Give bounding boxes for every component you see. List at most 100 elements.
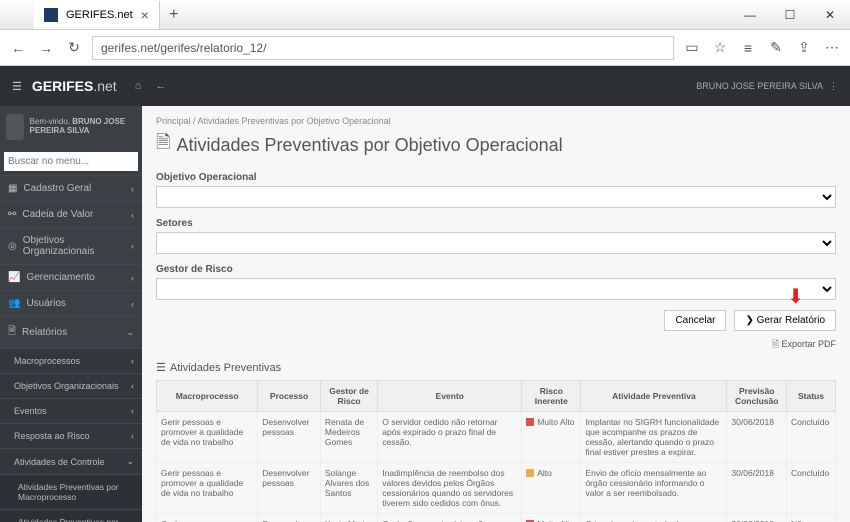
breadcrumb-current: Atividades Preventivas por Objetivo Oper… [198, 116, 391, 126]
label-gestor: Gestor de Risco [156, 264, 836, 275]
sub-eventos[interactable]: Eventos‹ [0, 398, 142, 423]
list-icon: ☰ [156, 361, 166, 374]
new-tab-button[interactable]: + [160, 6, 188, 24]
notes-icon[interactable]: ✎ [766, 39, 786, 56]
breadcrumb: Principal / Atividades Preventivas por O… [156, 116, 836, 126]
cell-macro: Gerir pessoas e promover a qualidade de … [157, 463, 258, 514]
address-bar[interactable]: gerifes.net/gerifes/relatorio_12/ [92, 36, 674, 60]
cell-macro: Gerir pessoas e promover a qualidade de … [157, 412, 258, 463]
sub-atividades[interactable]: Atividades de Controle⌄ [0, 448, 142, 474]
header-user[interactable]: BRUNO JOSE PEREIRA SILVA⋮ [696, 81, 838, 92]
column-header[interactable]: Atividade Preventiva [581, 381, 727, 412]
results-table: MacroprocessoProcessoGestor de RiscoEven… [156, 380, 836, 522]
chart-icon: 📈 [8, 272, 20, 283]
cell-proc: Desenvolver pessoas [258, 514, 321, 522]
cell-risco: Muito Alto [522, 514, 581, 522]
back-app-icon[interactable]: ← [155, 80, 166, 92]
select-gestor[interactable] [156, 278, 836, 300]
nav-gerenciamento[interactable]: 📈Gerenciamento‹ [0, 264, 142, 290]
forward-icon[interactable]: → [36, 40, 56, 56]
menu-toggle-icon[interactable]: ☰ [12, 80, 22, 93]
sub-objetivos[interactable]: Objetivos Organizacionais‹ [0, 373, 142, 398]
select-objetivo[interactable] [156, 186, 836, 208]
breadcrumb-root[interactable]: Principal [156, 116, 191, 126]
sub2-processo[interactable]: Atividades Preventivas por Processo [0, 509, 142, 522]
more-icon[interactable]: ⋯ [822, 39, 842, 56]
column-header[interactable]: Risco Inerente [522, 381, 581, 412]
risk-square-icon [526, 469, 534, 477]
cell-atividade: Criar plano de controle dos servidores a… [581, 514, 727, 522]
maximize-button[interactable]: ☐ [770, 8, 810, 22]
table-row: Gerir pessoas e promover a qualidade de … [157, 514, 836, 522]
cell-prev: 30/06/2018 [727, 412, 787, 463]
users-icon: 👥 [8, 298, 20, 309]
app-header: ☰ GERIFES.net ⌂ ← BRUNO JOSE PEREIRA SIL… [0, 66, 850, 106]
cell-prev: 30/06/2018 [727, 514, 787, 522]
favorite-icon[interactable]: ☆ [710, 39, 730, 56]
cell-status: Não Iniciado [786, 514, 835, 522]
home-icon[interactable]: ⌂ [135, 80, 142, 92]
cell-macro: Gerir pessoas e promover a qualidade de … [157, 514, 258, 522]
sidebar-search [4, 152, 138, 171]
cell-gestor: Kyvia Maria Santos da Cruz [320, 514, 377, 522]
cell-atividade: Envio de ofício mensalmente ao órgão ces… [581, 463, 727, 514]
content-area: Principal / Atividades Preventivas por O… [142, 106, 850, 522]
export-pdf-link[interactable]: 🗎 Exportar PDF [156, 337, 836, 353]
window-controls: — ☐ ✕ [730, 8, 850, 22]
minimize-button[interactable]: — [730, 8, 770, 22]
nav-cadastro[interactable]: ▦Cadastro Geral‹ [0, 175, 142, 201]
refresh-icon[interactable]: ↻ [64, 39, 84, 56]
hub-icon[interactable]: ≡ [738, 40, 758, 56]
cell-risco: Alto [522, 463, 581, 514]
column-header[interactable]: Gestor de Risco [320, 381, 377, 412]
column-header[interactable]: Macroprocesso [157, 381, 258, 412]
avatar [6, 114, 24, 140]
share-icon[interactable]: ⇪ [794, 39, 814, 56]
panel-title: ☰Atividades Preventivas [156, 361, 836, 374]
sub-resposta[interactable]: Resposta ao Risco‹ [0, 423, 142, 448]
cell-risco: Muito Alto [522, 412, 581, 463]
sidebar: Bem-vindo, BRUNO JOSE PEREIRA SILVA ▦Cad… [0, 106, 142, 522]
user-menu-icon[interactable]: ⋮ [829, 81, 838, 92]
browser-toolbar: ← → ↻ gerifes.net/gerifes/relatorio_12/ … [0, 30, 850, 66]
grid-icon: ▦ [8, 183, 17, 194]
generate-report-button[interactable]: ❯ Gerar Relatório [734, 310, 836, 331]
nav-relatorios[interactable]: 🗎Relatórios⌄ [0, 316, 142, 348]
nav-cadeia[interactable]: ⚯Cadeia de Valor‹ [0, 201, 142, 227]
close-window-button[interactable]: ✕ [810, 8, 850, 22]
back-icon[interactable]: ← [8, 40, 28, 56]
reading-icon[interactable]: ▭ [682, 39, 702, 56]
nav-usuarios[interactable]: 👥Usuários‹ [0, 290, 142, 316]
cell-gestor: Renata de Medeiros Gomes [320, 412, 377, 463]
cell-status: Concluído [786, 463, 835, 514]
close-tab-icon[interactable]: × [141, 7, 149, 23]
browser-tab[interactable]: GERIFES.net × [34, 1, 160, 29]
cell-status: Concluído [786, 412, 835, 463]
cell-proc: Desenvolver pessoas [258, 463, 321, 514]
sub-macro[interactable]: Macroprocessos‹ [0, 348, 142, 373]
column-header[interactable]: Processo [258, 381, 321, 412]
nav-objetivos[interactable]: ◎Objetivos Organizacionais‹ [0, 227, 142, 264]
sub2-macroprocesso[interactable]: Atividades Preventivas por Macroprocesso [0, 474, 142, 509]
link-icon: ⚯ [8, 209, 16, 220]
column-header[interactable]: Previsão Conclusão [727, 381, 787, 412]
risk-square-icon [526, 418, 534, 426]
select-setores[interactable] [156, 232, 836, 254]
cell-prev: 30/06/2018 [727, 463, 787, 514]
cancel-button[interactable]: Cancelar [664, 310, 726, 331]
search-input[interactable] [4, 152, 138, 171]
page-title: 🗎Atividades Preventivas por Objetivo Ope… [156, 130, 836, 160]
column-header[interactable]: Evento [378, 381, 522, 412]
cell-evento: O servidor cedido não retornar após expi… [378, 412, 522, 463]
window-titlebar: GERIFES.net × + — ☐ ✕ [0, 0, 850, 30]
document-icon: 🗎 [156, 130, 170, 160]
target-icon: ◎ [8, 241, 17, 252]
cell-gestor: Solange Alvares dos Santos [320, 463, 377, 514]
column-header[interactable]: Status [786, 381, 835, 412]
cell-evento: Inadimplência de reembolso dos valores d… [378, 463, 522, 514]
welcome-text: Bem-vindo, BRUNO JOSE PEREIRA SILVA [30, 118, 136, 136]
brand: GERIFES.net [32, 78, 117, 94]
label-setores: Setores [156, 218, 836, 229]
table-row: Gerir pessoas e promover a qualidade de … [157, 463, 836, 514]
table-row: Gerir pessoas e promover a qualidade de … [157, 412, 836, 463]
